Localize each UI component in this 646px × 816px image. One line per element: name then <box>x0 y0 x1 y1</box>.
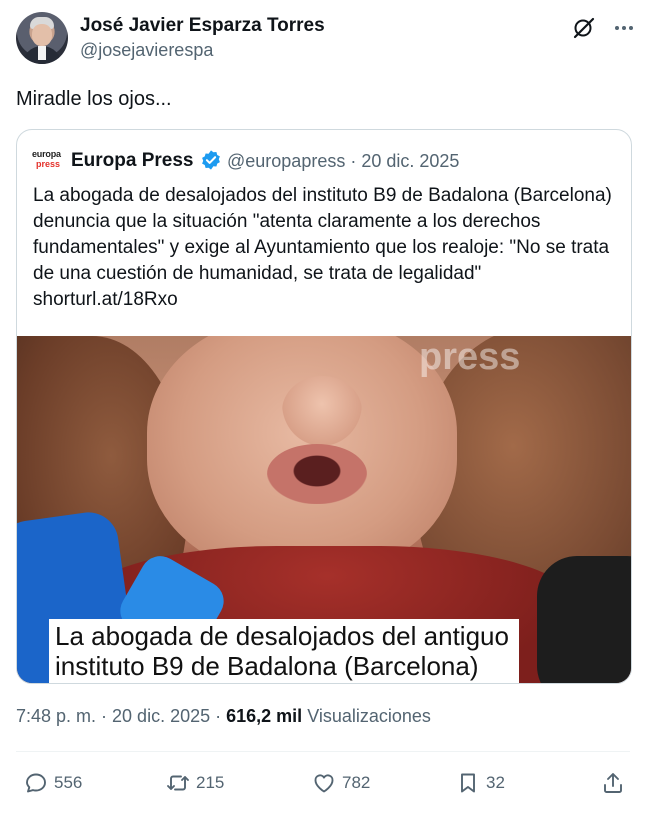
grok-icon[interactable] <box>572 16 596 40</box>
logo-text-press: press <box>36 159 61 169</box>
media-caption: La abogada de desalojados del antiguo in… <box>49 619 519 683</box>
video-thumbnail[interactable]: press La abogada de desalojados del anti… <box>17 336 631 683</box>
more-icon[interactable] <box>612 16 636 40</box>
retweet-icon <box>167 775 189 791</box>
retweet-button[interactable]: 215 <box>166 770 224 796</box>
tweet-header: José Javier Esparza Torres @josejavieres… <box>16 12 633 64</box>
europa-press-logo[interactable]: europa press <box>32 149 64 175</box>
reply-icon <box>26 773 46 793</box>
bookmark-button[interactable]: 32 <box>456 770 505 796</box>
author-name[interactable]: José Javier Esparza Torres <box>80 15 325 37</box>
quoted-tweet[interactable]: europa press Europa Press @europapress ·… <box>16 129 632 684</box>
avatar[interactable] <box>16 12 68 64</box>
share-icon <box>604 773 622 793</box>
views-label: Visualizaciones <box>302 706 431 726</box>
quoted-author-name[interactable]: Europa Press <box>71 150 194 172</box>
tweet-text: Miradle los ojos... <box>16 88 172 110</box>
logo-text-europa: europa <box>32 149 61 159</box>
quoted-tweet-text: La abogada de desalojados del instituto … <box>33 185 612 310</box>
views-count: 616,2 mil <box>226 706 303 726</box>
quoted-handle-date[interactable]: @europapress · 20 dic. 2025 <box>227 151 459 172</box>
author-handle[interactable]: @josejavierespa <box>80 40 213 61</box>
reply-button[interactable]: 556 <box>24 770 82 796</box>
like-count: 782 <box>342 773 371 792</box>
media-caption-line1: La abogada de desalojados del antiguo <box>55 621 509 651</box>
heart-icon <box>314 774 334 793</box>
tweet-timestamp[interactable]: 7:48 p. m. · 20 dic. 2025 · <box>16 706 226 726</box>
media-caption-line2: instituto B9 de Badalona (Barcelona) <box>55 651 479 681</box>
bookmark-count: 32 <box>486 773 505 792</box>
media-watermark: press <box>419 336 521 378</box>
reply-count: 556 <box>54 773 83 792</box>
retweet-count: 215 <box>196 773 225 792</box>
like-button[interactable]: 782 <box>312 770 370 796</box>
tweet-meta: 7:48 p. m. · 20 dic. 2025 · 616,2 mil Vi… <box>16 706 431 727</box>
action-bar: 556 215 782 32 <box>0 760 646 810</box>
share-button[interactable] <box>601 770 631 796</box>
divider <box>16 751 630 752</box>
bookmark-icon <box>461 773 475 793</box>
verified-badge-icon <box>202 150 220 170</box>
